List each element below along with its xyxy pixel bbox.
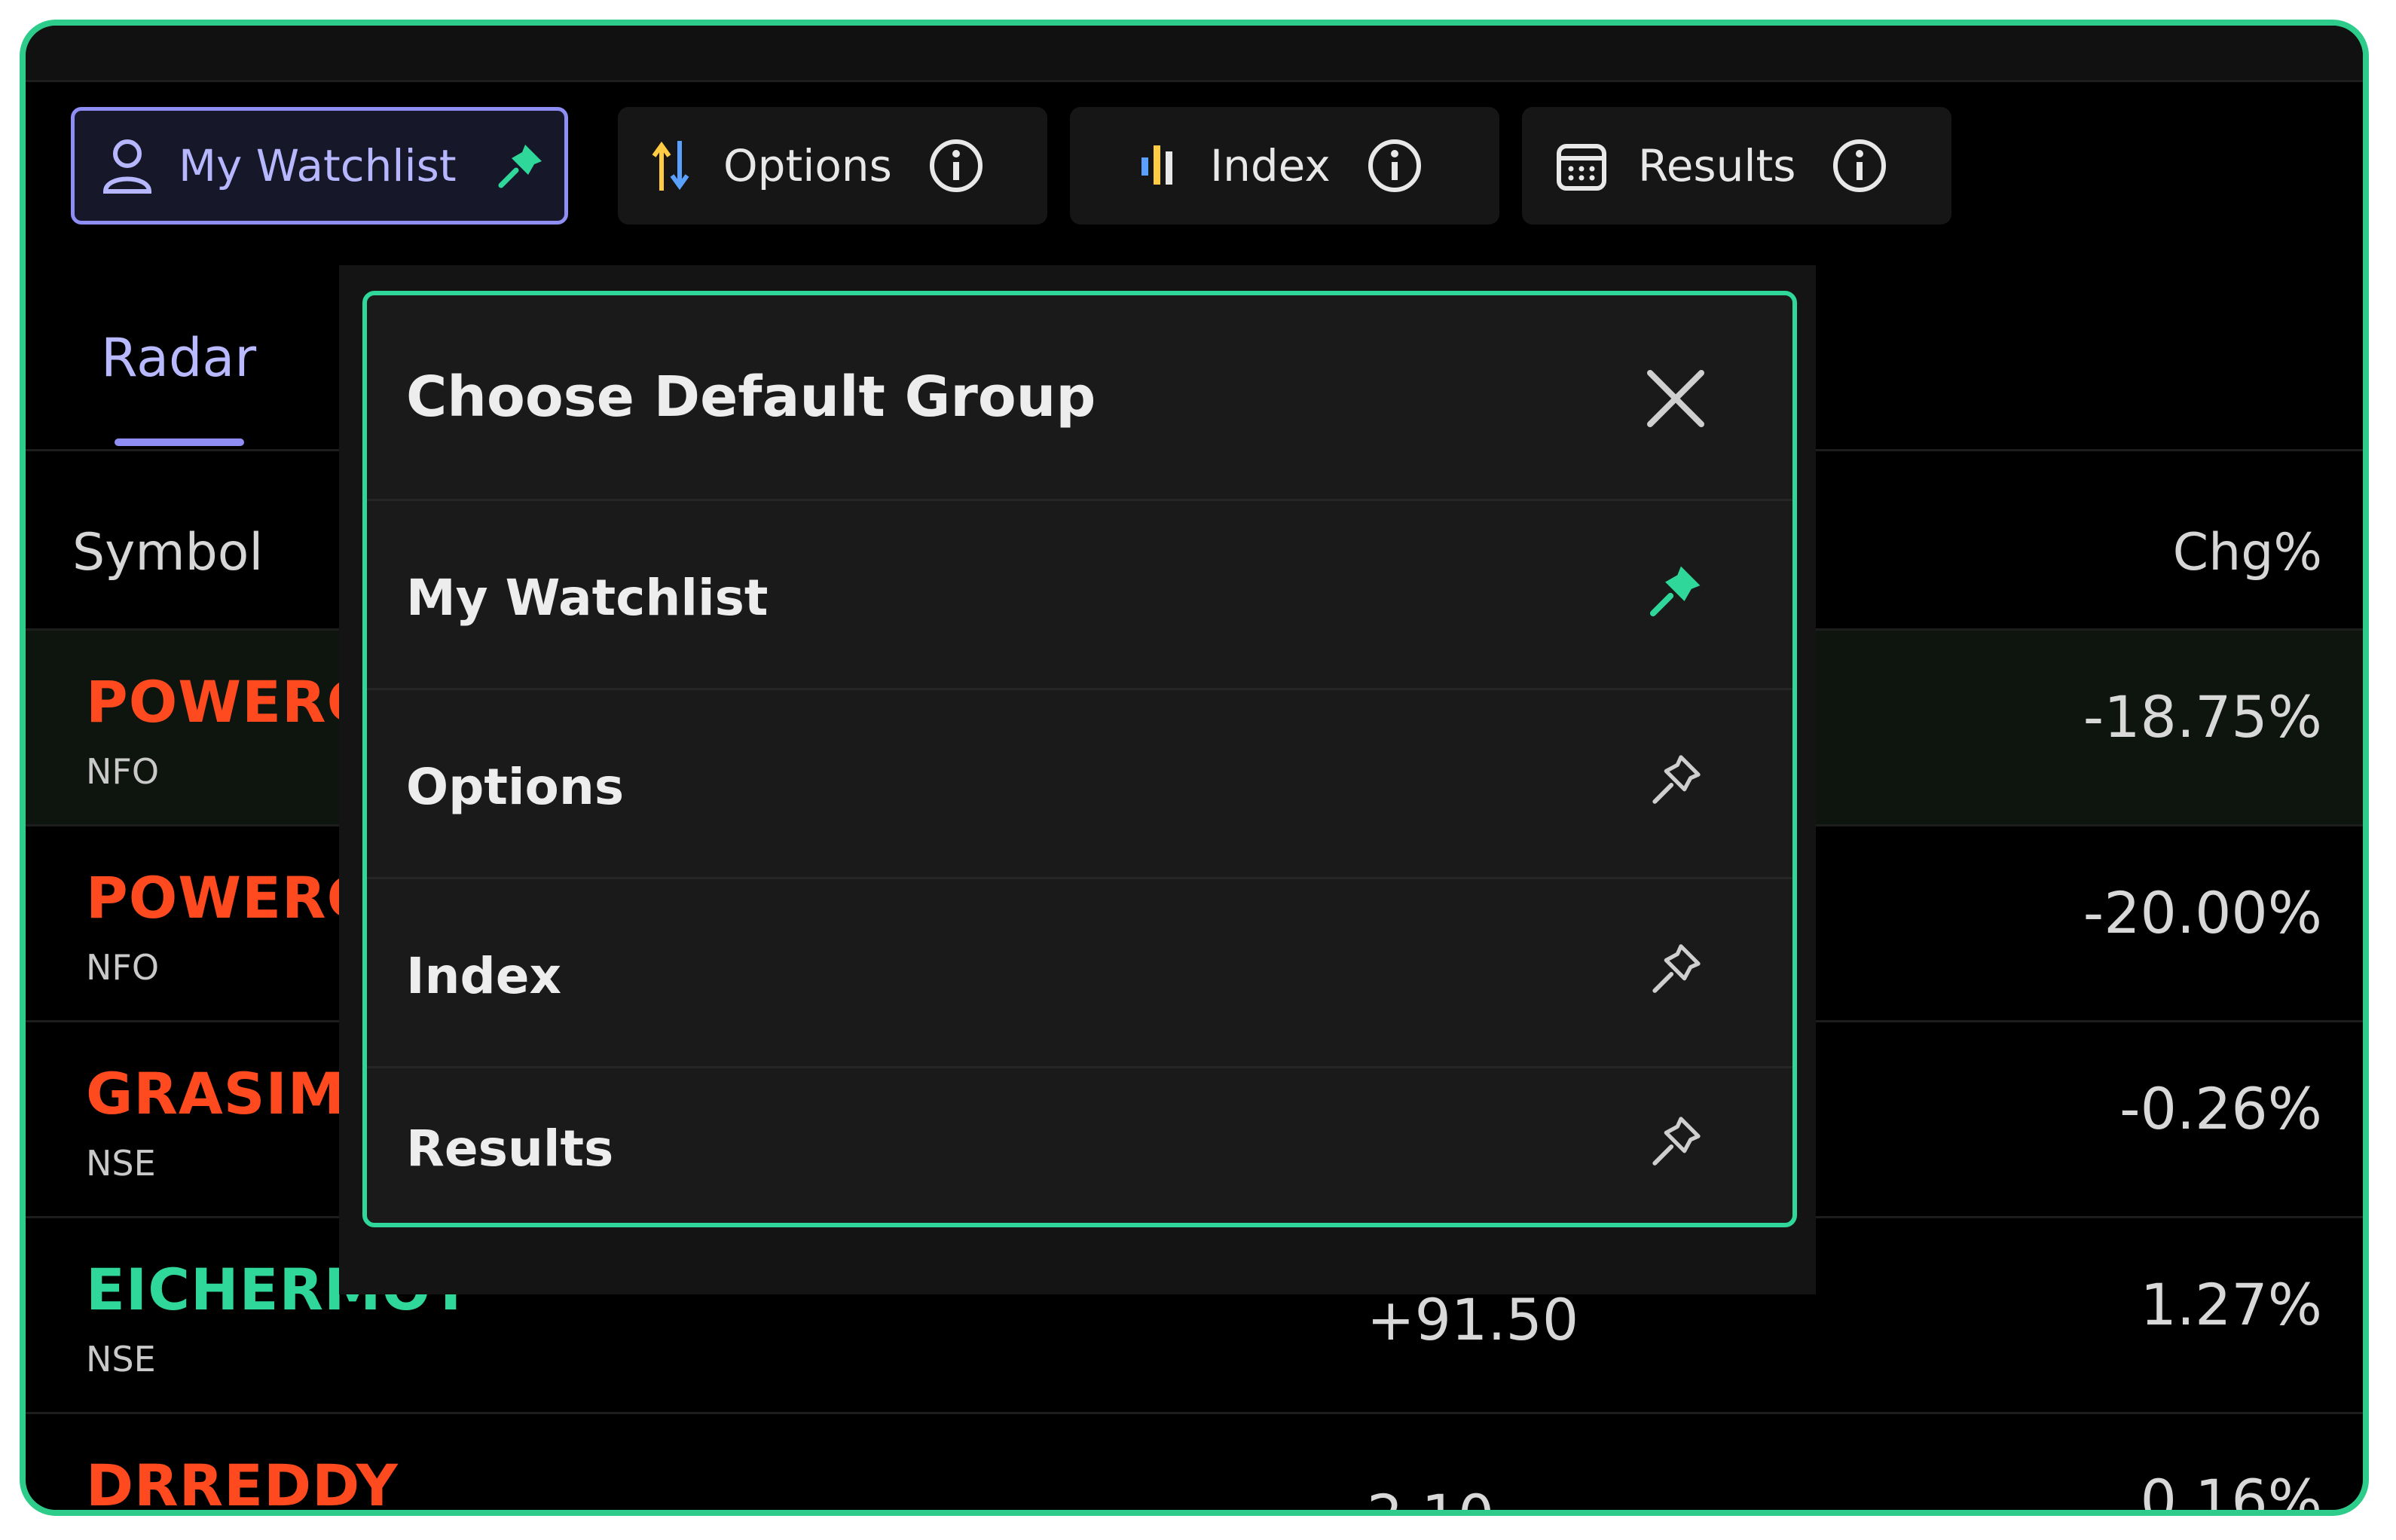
pin-outline-icon[interactable] <box>1648 1114 1708 1174</box>
column-header-symbol[interactable]: Symbol <box>72 523 263 582</box>
group-item-index[interactable]: Index <box>367 879 1792 1066</box>
row-change-percent: -20.00% <box>2083 879 2322 946</box>
pin-outline-icon[interactable] <box>1648 941 1708 1001</box>
table-row[interactable]: DRREDDY 2.10 0.16% <box>26 1414 2363 1516</box>
info-icon[interactable] <box>1367 138 1423 194</box>
group-item-my-watchlist[interactable]: My Watchlist <box>367 501 1792 688</box>
tab-results[interactable]: Results <box>1522 107 1951 225</box>
row-change-percent: 1.27% <box>2140 1271 2322 1338</box>
row-change-percent: -0.26% <box>2119 1075 2322 1142</box>
group-item-label: Index <box>406 947 562 1005</box>
group-item-label: Results <box>406 1120 614 1178</box>
row-symbol: POWERG <box>86 668 374 735</box>
row-exchange: NFO <box>86 751 160 792</box>
close-icon[interactable] <box>1642 365 1710 432</box>
row-exchange: NFO <box>86 947 160 988</box>
tab-index[interactable]: Index <box>1070 107 1499 225</box>
top-strip <box>26 26 2363 82</box>
dialog-title: Choose Default Group <box>406 365 1096 429</box>
subtab-underline <box>115 438 244 446</box>
row-symbol: POWERG <box>86 864 374 931</box>
tab-label: Results <box>1638 140 1796 191</box>
row-exchange: NSE <box>86 1143 156 1184</box>
row-change-value: +91.50 <box>1367 1286 1579 1353</box>
tab-label: My Watchlist <box>179 140 457 191</box>
info-icon[interactable] <box>928 138 984 194</box>
row-symbol: GRASIM <box>86 1060 346 1127</box>
row-symbol: DRREDDY <box>86 1452 399 1516</box>
pin-outline-icon[interactable] <box>1648 752 1708 812</box>
row-exchange: NSE <box>86 1339 156 1380</box>
calendar-icon <box>1555 139 1608 192</box>
group-item-options[interactable]: Options <box>367 690 1792 877</box>
app-frame: My Watchlist Options Index Results Radar… <box>20 20 2369 1516</box>
subtab-radar[interactable]: Radar <box>101 327 256 389</box>
row-change-percent: -18.75% <box>2083 683 2322 750</box>
pin-filled-icon[interactable] <box>1648 563 1708 623</box>
row-change-value: 2.10 <box>1367 1482 1495 1516</box>
tab-label: Options <box>723 140 892 191</box>
group-item-results[interactable]: Results <box>367 1068 1792 1223</box>
row-change-percent: 0.16% <box>2140 1467 2322 1516</box>
group-item-label: Options <box>406 758 625 816</box>
tab-options[interactable]: Options <box>618 107 1047 225</box>
group-item-label: My Watchlist <box>406 569 769 627</box>
user-icon <box>97 136 157 196</box>
choose-default-group-dialog: Choose Default Group My Watchlist Option… <box>362 291 1797 1227</box>
bars-icon <box>1138 139 1183 192</box>
tab-label: Index <box>1210 140 1331 191</box>
column-header-chg[interactable]: Chg% <box>2173 523 2322 582</box>
pin-filled-icon[interactable] <box>494 139 547 192</box>
sort-arrows-icon <box>648 136 693 196</box>
tab-my-watchlist[interactable]: My Watchlist <box>71 107 568 225</box>
info-icon[interactable] <box>1832 138 1887 194</box>
